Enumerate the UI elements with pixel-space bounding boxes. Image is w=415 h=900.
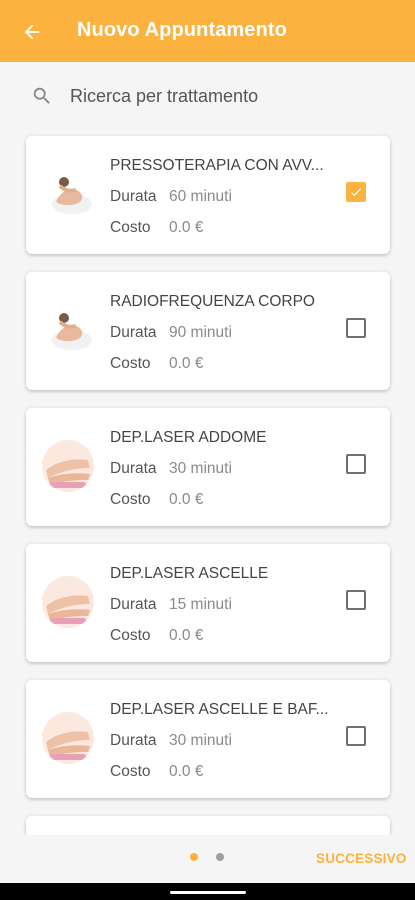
cost-value: 0.0 € xyxy=(169,627,204,644)
treatment-card[interactable]: DEP.LASER ADDOME Durata 30 minuti Costo … xyxy=(26,408,390,526)
select-checkbox[interactable] xyxy=(346,590,366,610)
cost-label: Costo xyxy=(110,355,151,372)
body-treatment-image xyxy=(42,168,94,220)
treatment-card[interactable]: PRESSOTERAPIA CON AVV... Durata 60 minut… xyxy=(26,136,390,254)
duration-label: Durata xyxy=(110,188,157,205)
cost-value: 0.0 € xyxy=(169,219,204,236)
cost-label: Costo xyxy=(110,491,151,508)
cost-label: Costo xyxy=(110,627,151,644)
select-checkbox[interactable] xyxy=(346,182,366,202)
page-title: Nuovo Appuntamento xyxy=(77,19,287,41)
treatment-card-partial[interactable] xyxy=(26,816,390,836)
search-icon xyxy=(33,87,50,104)
next-button[interactable]: SUCCESSIVO xyxy=(316,851,407,866)
search-bar xyxy=(28,76,388,116)
back-button[interactable] xyxy=(16,16,48,48)
duration-value: 90 minuti xyxy=(169,324,232,341)
system-nav-bar xyxy=(0,883,415,900)
treatment-card[interactable]: DEP.LASER ASCELLE E BAF... Durata 30 min… xyxy=(26,680,390,798)
select-checkbox[interactable] xyxy=(346,726,366,746)
select-checkbox[interactable] xyxy=(346,454,366,474)
search-input[interactable] xyxy=(68,84,372,108)
treatment-card[interactable]: RADIOFREQUENZA CORPO Durata 90 minuti Co… xyxy=(26,272,390,390)
treatment-name: DEP.LASER ADDOME xyxy=(110,429,267,446)
app-bar: Nuovo Appuntamento xyxy=(0,0,415,62)
check-icon xyxy=(350,188,362,197)
treatment-name: PRESSOTERAPIA CON AVV... xyxy=(110,157,324,174)
legs-treatment-image xyxy=(42,712,94,764)
cost-label: Costo xyxy=(110,763,151,780)
treatment-name: DEP.LASER ASCELLE E BAF... xyxy=(110,701,329,718)
cost-value: 0.0 € xyxy=(169,491,204,508)
cost-label: Costo xyxy=(110,219,151,236)
duration-label: Durata xyxy=(110,460,157,477)
duration-label: Durata xyxy=(110,324,157,341)
duration-value: 15 minuti xyxy=(169,596,232,613)
treatment-name: RADIOFREQUENZA CORPO xyxy=(110,293,315,310)
duration-label: Durata xyxy=(110,596,157,613)
home-indicator xyxy=(170,891,246,894)
cost-value: 0.0 € xyxy=(169,355,204,372)
duration-label: Durata xyxy=(110,732,157,749)
duration-value: 30 minuti xyxy=(169,732,232,749)
cost-value: 0.0 € xyxy=(169,763,204,780)
legs-treatment-image xyxy=(42,440,94,492)
duration-value: 30 minuti xyxy=(169,460,232,477)
treatment-name: DEP.LASER ASCELLE xyxy=(110,565,269,582)
duration-value: 60 minuti xyxy=(169,188,232,205)
legs-treatment-image xyxy=(42,576,94,628)
bottom-pager: SUCCESSIVO xyxy=(0,835,415,883)
body-treatment-image xyxy=(42,304,94,356)
treatment-card[interactable]: DEP.LASER ASCELLE Durata 15 minuti Costo… xyxy=(26,544,390,662)
select-checkbox[interactable] xyxy=(346,318,366,338)
page-dot-inactive xyxy=(216,853,224,861)
page-dot-active xyxy=(190,853,198,861)
arrow-left-icon xyxy=(24,24,40,40)
